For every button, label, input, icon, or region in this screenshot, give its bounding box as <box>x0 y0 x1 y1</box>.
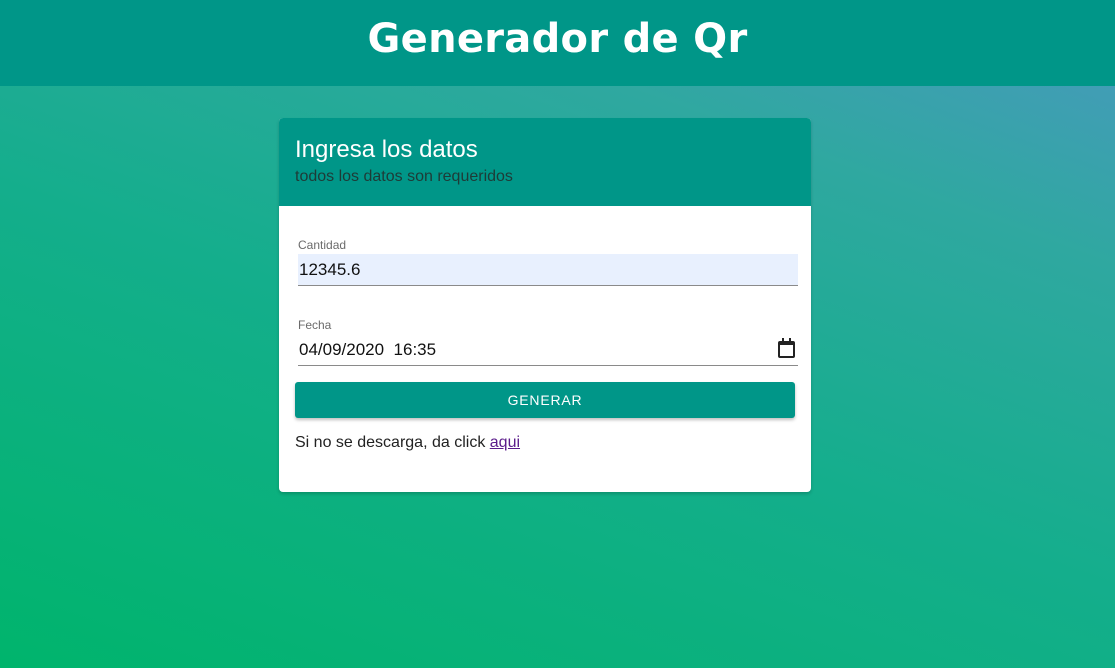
card-subtitle: todos los datos son requeridos <box>295 168 513 185</box>
cantidad-input[interactable]: 12345.6 <box>298 254 798 286</box>
card-title: Ingresa los datos <box>295 136 478 163</box>
aqui-link[interactable]: aqui <box>490 434 520 451</box>
download-note: Si no se descarga, da click aqui <box>295 434 520 452</box>
calendar-icon[interactable] <box>778 338 795 358</box>
cantidad-field: Cantidad 12345.6 <box>298 238 798 286</box>
app-title: Generador de Qr <box>367 16 748 62</box>
cantidad-value: 12345.6 <box>299 259 361 279</box>
download-note-text: Si no se descarga, da click <box>295 434 490 451</box>
generar-button[interactable]: GENERAR <box>295 382 795 418</box>
fecha-value: 04/09/2020 16:35 <box>299 339 437 359</box>
fecha-input[interactable]: 04/09/2020 16:35 <box>298 334 798 366</box>
fecha-label: Fecha <box>298 318 332 332</box>
fecha-field: Fecha 04/09/2020 16:35 <box>298 318 798 366</box>
form-card: Ingresa los datos todos los datos son re… <box>279 118 811 492</box>
card-header: Ingresa los datos todos los datos son re… <box>279 118 811 206</box>
app-header: Generador de Qr <box>0 0 1115 86</box>
cantidad-label: Cantidad <box>298 238 347 252</box>
